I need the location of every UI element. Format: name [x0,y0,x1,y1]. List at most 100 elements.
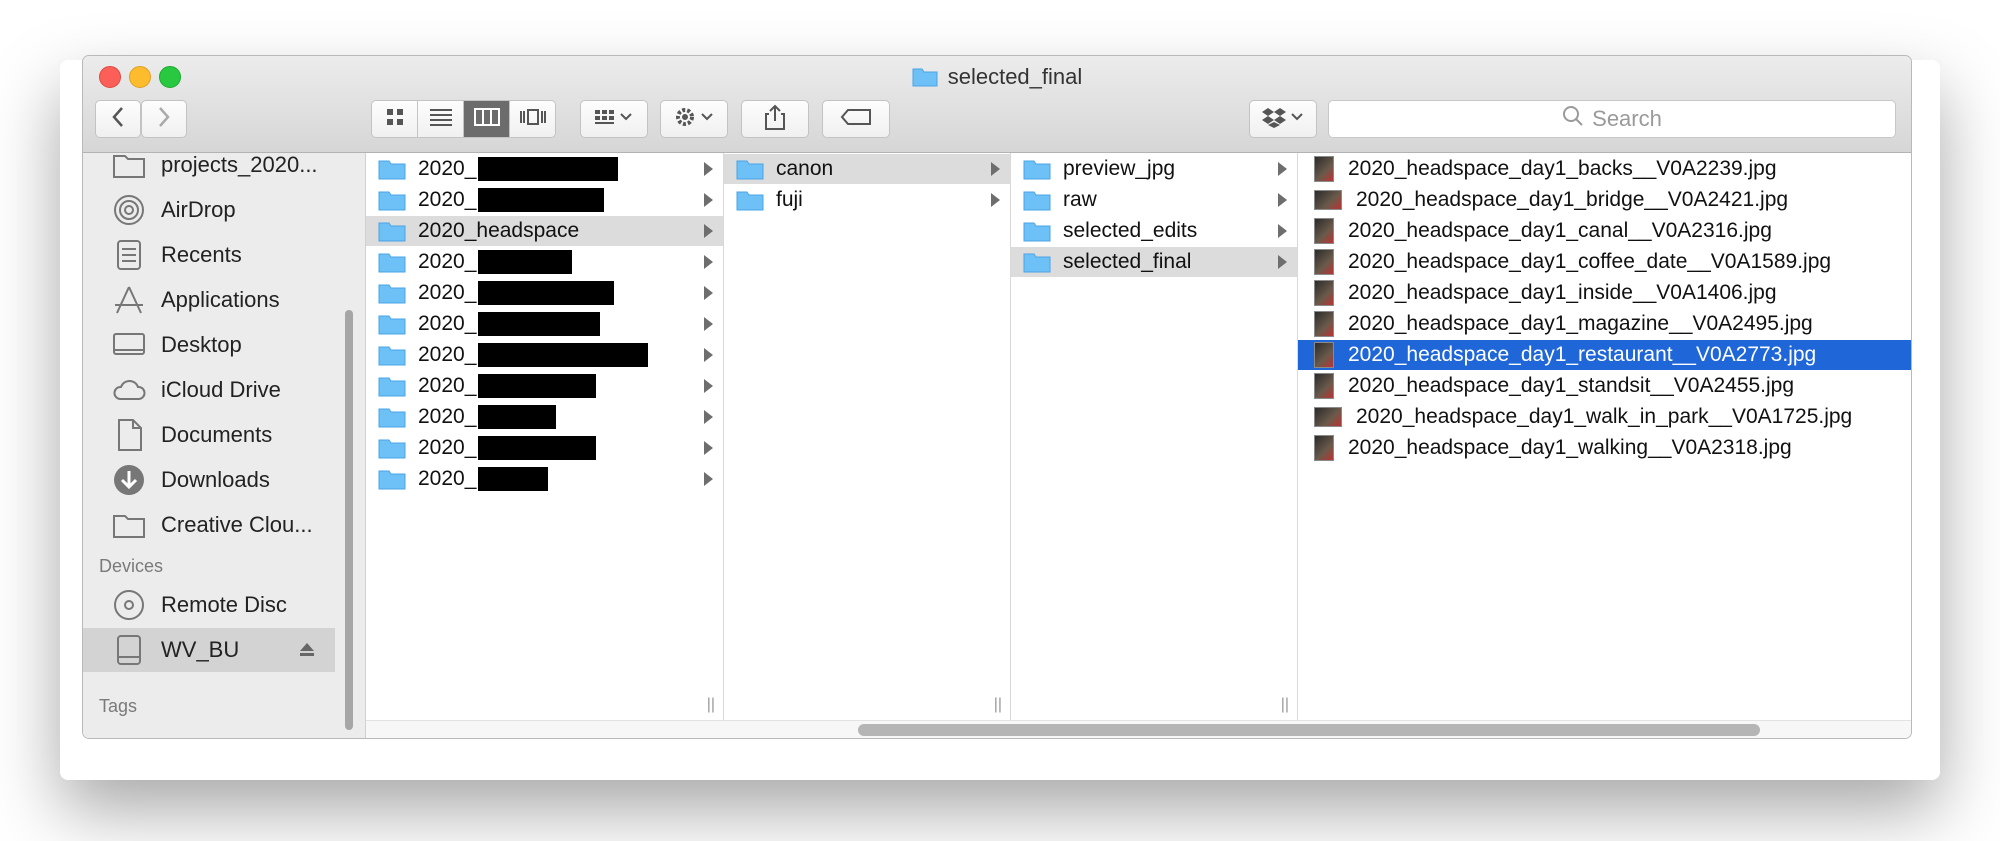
file-label: 2020_headspace_day1_standsit__V0A2455.jp… [1348,374,1795,397]
folder-row[interactable]: 2020_ [366,340,723,370]
file-label: 2020_headspace_day1_bridge__V0A2421.jpg [1356,188,1789,211]
folder-row[interactable]: selected_final [1011,247,1297,277]
file-row[interactable]: 2020_headspace_day1_walk_in_park__V0A172… [1298,402,1911,432]
column-headspace: canon fuji || [724,153,1011,720]
sidebar-item-creative-cloud[interactable]: Creative Clou... [83,503,365,547]
disclosure-arrow-icon [704,255,713,269]
image-thumbnail-icon [1314,435,1334,461]
folder-label: preview_jpg [1063,157,1176,180]
sidebar-item-icloud[interactable]: iCloud Drive [83,368,365,412]
horizontal-scrollbar[interactable] [858,724,1760,736]
column-resize-handle[interactable]: || [994,696,1002,714]
sidebar-item-applications[interactable]: Applications [83,278,365,322]
sidebar-item-remote-disc[interactable]: Remote Disc [83,583,365,627]
folder-icon [378,344,406,366]
folder-row[interactable]: fuji [724,185,1010,215]
folder-row[interactable]: 2020_ [366,278,723,308]
redaction-block [478,157,619,181]
cover-flow-button[interactable] [510,101,555,137]
cover-flow-icon [519,108,547,131]
file-row[interactable]: 2020_headspace_day1_backs__V0A2239.jpg [1298,154,1911,184]
sidebar-item-label: Creative Clou... [161,512,313,537]
arrange-menu-button[interactable] [580,100,648,138]
folder-row[interactable]: 2020_ [366,309,723,339]
image-thumbnail-icon [1314,218,1334,244]
sidebar-item-downloads[interactable]: Downloads [83,458,365,502]
folder-row[interactable]: 2020_ [366,185,723,215]
icon-view-button[interactable] [372,101,418,137]
folder-icon [736,158,764,180]
folder-row[interactable]: 2020_ [366,464,723,494]
icon-view-icon [386,108,404,131]
folder-icon [736,189,764,211]
folder-row[interactable]: canon [724,154,1010,184]
column-view-button[interactable] [464,101,510,137]
dropbox-menu-button[interactable] [1249,100,1317,138]
file-row[interactable]: 2020_headspace_day1_restaurant__V0A2773.… [1298,340,1911,370]
sidebar-item-label: Downloads [161,467,270,492]
documents-icon [111,419,147,451]
disclosure-arrow-icon [1278,224,1287,238]
folder-label: 2020_ [418,188,477,211]
file-row[interactable]: 2020_headspace_day1_magazine__V0A2495.jp… [1298,309,1911,339]
folder-icon [378,158,406,180]
sidebar-item-desktop[interactable]: Desktop [83,323,365,367]
column-resize-handle[interactable]: || [707,696,715,714]
folder-row[interactable]: 2020_ [366,402,723,432]
sidebar-item-recents[interactable]: Recents [83,233,365,277]
folder-row[interactable]: 2020_headspace [366,216,723,246]
file-row[interactable]: 2020_headspace_day1_coffee_date__V0A1589… [1298,247,1911,277]
sidebar-scrollbar[interactable] [345,310,353,730]
folder-label: 2020_ [418,250,477,273]
sidebar-item-projects[interactable]: projects_2020... [83,153,365,187]
redaction-block [478,405,557,429]
redaction-block [478,436,597,460]
sidebar-item-label: Remote Disc [161,592,287,617]
folder-row[interactable]: 2020_ [366,154,723,184]
search-field[interactable]: Search [1328,100,1896,138]
folder-label: 2020_ [418,467,477,490]
file-label: 2020_headspace_day1_coffee_date__V0A1589… [1348,250,1832,273]
window-title-text: selected_final [947,64,1083,89]
downloads-icon [111,464,147,496]
folder-row[interactable]: 2020_ [366,433,723,463]
file-row[interactable]: 2020_headspace_day1_standsit__V0A2455.jp… [1298,371,1911,401]
eject-icon[interactable] [299,637,315,663]
folder-row[interactable]: selected_edits [1011,216,1297,246]
redaction-block [478,188,605,212]
file-row[interactable]: 2020_headspace_day1_canal__V0A2316.jpg [1298,216,1911,246]
column-canon: preview_jpgraw selected_edits selected_fin… [1011,153,1298,720]
folder-icon [378,189,406,211]
file-row[interactable]: 2020_headspace_day1_inside__V0A1406.jpg [1298,278,1911,308]
folder-label: 2020_ [418,436,477,459]
image-thumbnail-icon [1314,373,1334,399]
tags-button[interactable] [822,100,890,138]
sidebar-item-documents[interactable]: Documents [83,413,365,457]
share-button[interactable] [741,100,809,138]
file-row[interactable]: 2020_headspace_day1_walking__V0A2318.jpg [1298,433,1911,463]
folder-row[interactable]: 2020_ [366,371,723,401]
folder-row[interactable]: 2020_ [366,247,723,277]
back-button[interactable] [95,100,141,138]
redaction-block [478,467,549,491]
disclosure-arrow-icon [991,162,1000,176]
list-view-button[interactable] [418,101,464,137]
disclosure-arrow-icon [704,410,713,424]
sidebar-item-wv-bu[interactable]: WV_BU [83,628,335,672]
folder-icon [378,437,406,459]
forward-button[interactable] [141,100,187,138]
folder-row[interactable]: preview_jpg [1011,154,1297,184]
file-row[interactable]: 2020_headspace_day1_bridge__V0A2421.jpg [1298,185,1911,215]
devices-section-header: Devices [99,556,164,576]
sidebar-item-airdrop[interactable]: AirDrop [83,188,365,232]
column-resize-handle[interactable]: || [1281,696,1289,714]
folder-row[interactable]: raw [1011,185,1297,215]
share-icon [765,104,785,135]
file-label: 2020_headspace_day1_magazine__V0A2495.jp… [1348,312,1813,335]
folder-icon [111,153,147,181]
sidebar-item-label: projects_2020... [161,153,318,177]
file-label: 2020_headspace_day1_walk_in_park__V0A172… [1356,405,1853,428]
titlebar: selected_final Search [83,56,1911,153]
image-thumbnail-icon [1314,342,1334,368]
action-menu-button[interactable] [660,100,728,138]
